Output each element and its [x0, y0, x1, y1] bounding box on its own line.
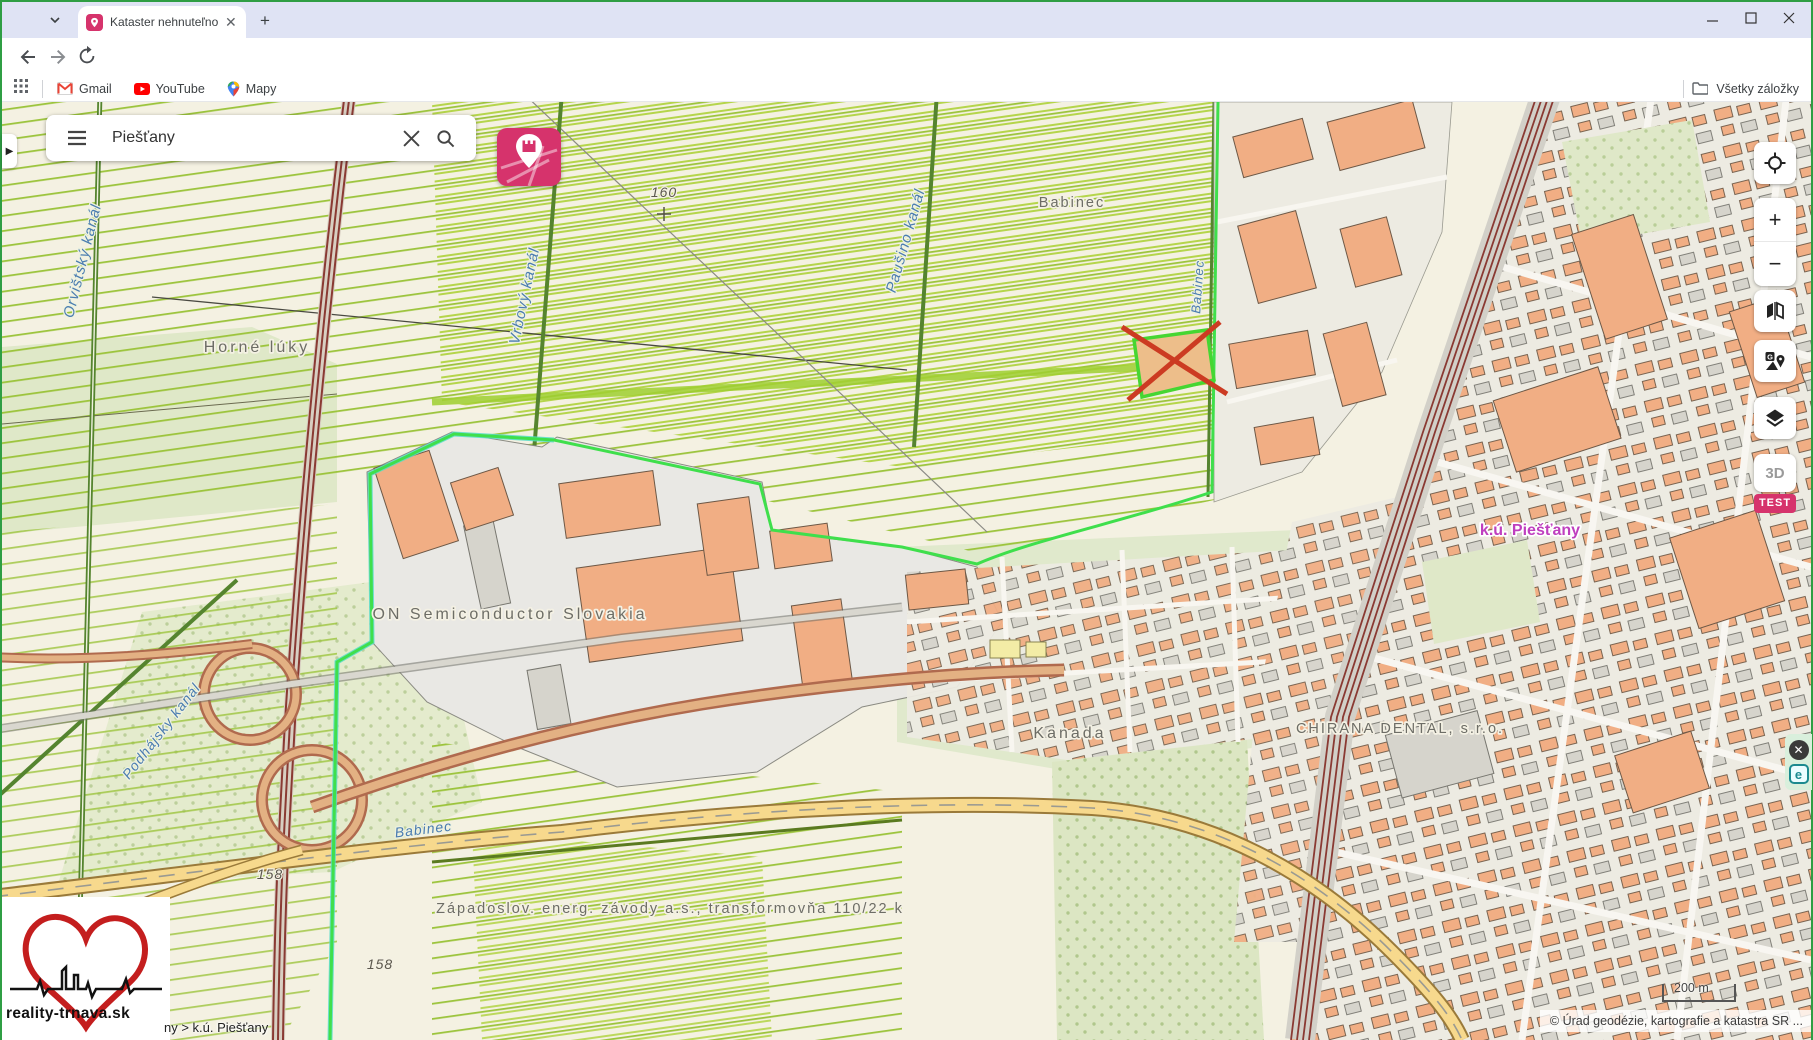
map-label-horne-luky: Horné lúky	[204, 339, 310, 356]
breadcrumb[interactable]: ny > k.ú. Piešťany	[164, 1020, 268, 1035]
gps-locate-button[interactable]	[1754, 142, 1796, 184]
tab-close-icon[interactable]: ✕	[225, 15, 237, 29]
search-input[interactable]: Piešťany	[112, 129, 394, 147]
map-label-ku-piestany: k.ú. Piešťany	[1480, 522, 1580, 539]
browser-window: Kataster nehnuteľností | MAPKA ✕ + zbgis…	[0, 0, 1813, 1040]
map-swipe-button[interactable]	[1754, 290, 1796, 332]
tab-title: Kataster nehnuteľností | MAPKA	[110, 15, 218, 29]
layers-button[interactable]	[1754, 397, 1796, 439]
google-maps-link-button[interactable]: G	[1754, 340, 1796, 382]
scale-bar: 200 m	[1662, 984, 1736, 1002]
sidebar-expander[interactable]: ▶	[2, 134, 17, 168]
map-label-elev-158b: 158	[367, 956, 393, 972]
all-bookmarks-button[interactable]: Všetky záložky	[1683, 80, 1799, 98]
gps-crosshair-icon	[1764, 152, 1786, 174]
google-maps-pin-icon: G	[1764, 350, 1786, 372]
map-base-layer: Horné lúky Orvištský kanál Vrbový kanál …	[2, 102, 1811, 1040]
extension-overlay: ✕ e	[1785, 734, 1812, 790]
map-label-chirana: CHIRANA DENTAL, s.r.o.	[1296, 721, 1504, 737]
forward-button[interactable]	[46, 45, 70, 69]
map-label-zse: Západoslov. energ. závody a.s., transfor…	[436, 901, 904, 917]
extension-e-badge[interactable]: e	[1789, 764, 1809, 784]
bookmark-youtube[interactable]: YouTube	[134, 82, 205, 96]
folder-icon	[1692, 82, 1708, 95]
search-icon[interactable]	[428, 121, 462, 155]
browser-tab[interactable]: Kataster nehnuteľností | MAPKA ✕	[78, 6, 246, 38]
zoom-in-button[interactable]: +	[1754, 198, 1796, 242]
bookmarks-separator	[42, 80, 43, 98]
zoom-out-button[interactable]: −	[1754, 242, 1796, 286]
map-label-elev-158a: 158	[257, 866, 283, 882]
search-bar[interactable]: Piešťany	[46, 115, 476, 161]
mapka-favicon-icon	[86, 14, 103, 31]
tab-strip: Kataster nehnuteľností | MAPKA ✕ +	[2, 2, 1811, 38]
reload-button[interactable]	[76, 45, 100, 69]
gmail-icon	[57, 82, 73, 95]
map-attribution: © Úrad geodézie, kartografie a katastra …	[1540, 1010, 1811, 1032]
window-controls	[1707, 2, 1805, 32]
zoom-controls: + −	[1754, 198, 1796, 286]
bookmark-gmail[interactable]: Gmail	[57, 82, 112, 96]
maps-pin-icon	[227, 81, 240, 97]
map-canvas[interactable]: Horné lúky Orvištský kanál Vrbový kanál …	[2, 102, 1811, 1040]
swipe-compare-icon	[1765, 301, 1785, 321]
scale-label: 200 m	[1674, 981, 1709, 995]
window-maximize-button[interactable]	[1745, 11, 1757, 23]
window-close-button[interactable]	[1783, 11, 1795, 23]
tab-search-chevron-icon[interactable]	[44, 9, 66, 31]
bookmark-mapy[interactable]: Mapy	[227, 81, 277, 97]
map-label-on-semiconductor: ON Semiconductor Slovakia	[372, 606, 647, 623]
layers-icon	[1764, 407, 1786, 429]
svg-text:G: G	[1767, 352, 1773, 361]
3d-mode-button[interactable]: 3D	[1754, 454, 1796, 492]
map-label-elev-160: 160	[651, 184, 677, 200]
search-clear-icon[interactable]	[394, 121, 428, 155]
new-tab-button[interactable]: +	[255, 11, 275, 31]
back-button[interactable]	[16, 45, 40, 69]
extension-close-icon[interactable]: ✕	[1789, 740, 1809, 760]
test-badge: TEST	[1754, 494, 1796, 513]
mapka-logo-button[interactable]	[497, 128, 561, 186]
reality-trnava-watermark: reality-trnava.sk	[2, 897, 170, 1040]
bookmarks-bar: Gmail YouTube Mapy Všetky záložky	[2, 76, 1811, 102]
window-minimize-button[interactable]	[1707, 11, 1719, 23]
map-label-kanada: Kanada	[1033, 725, 1106, 742]
browser-toolbar: zbgis.skgeodesy.sk/mapka/sk/kataster/det…	[2, 38, 1811, 76]
youtube-icon	[134, 83, 150, 95]
map-label-babinec-area: Babinec	[1039, 195, 1105, 211]
menu-hamburger-icon[interactable]	[60, 121, 94, 155]
watermark-text: reality-trnava.sk	[6, 1005, 130, 1023]
apps-grid-icon[interactable]	[14, 79, 28, 98]
